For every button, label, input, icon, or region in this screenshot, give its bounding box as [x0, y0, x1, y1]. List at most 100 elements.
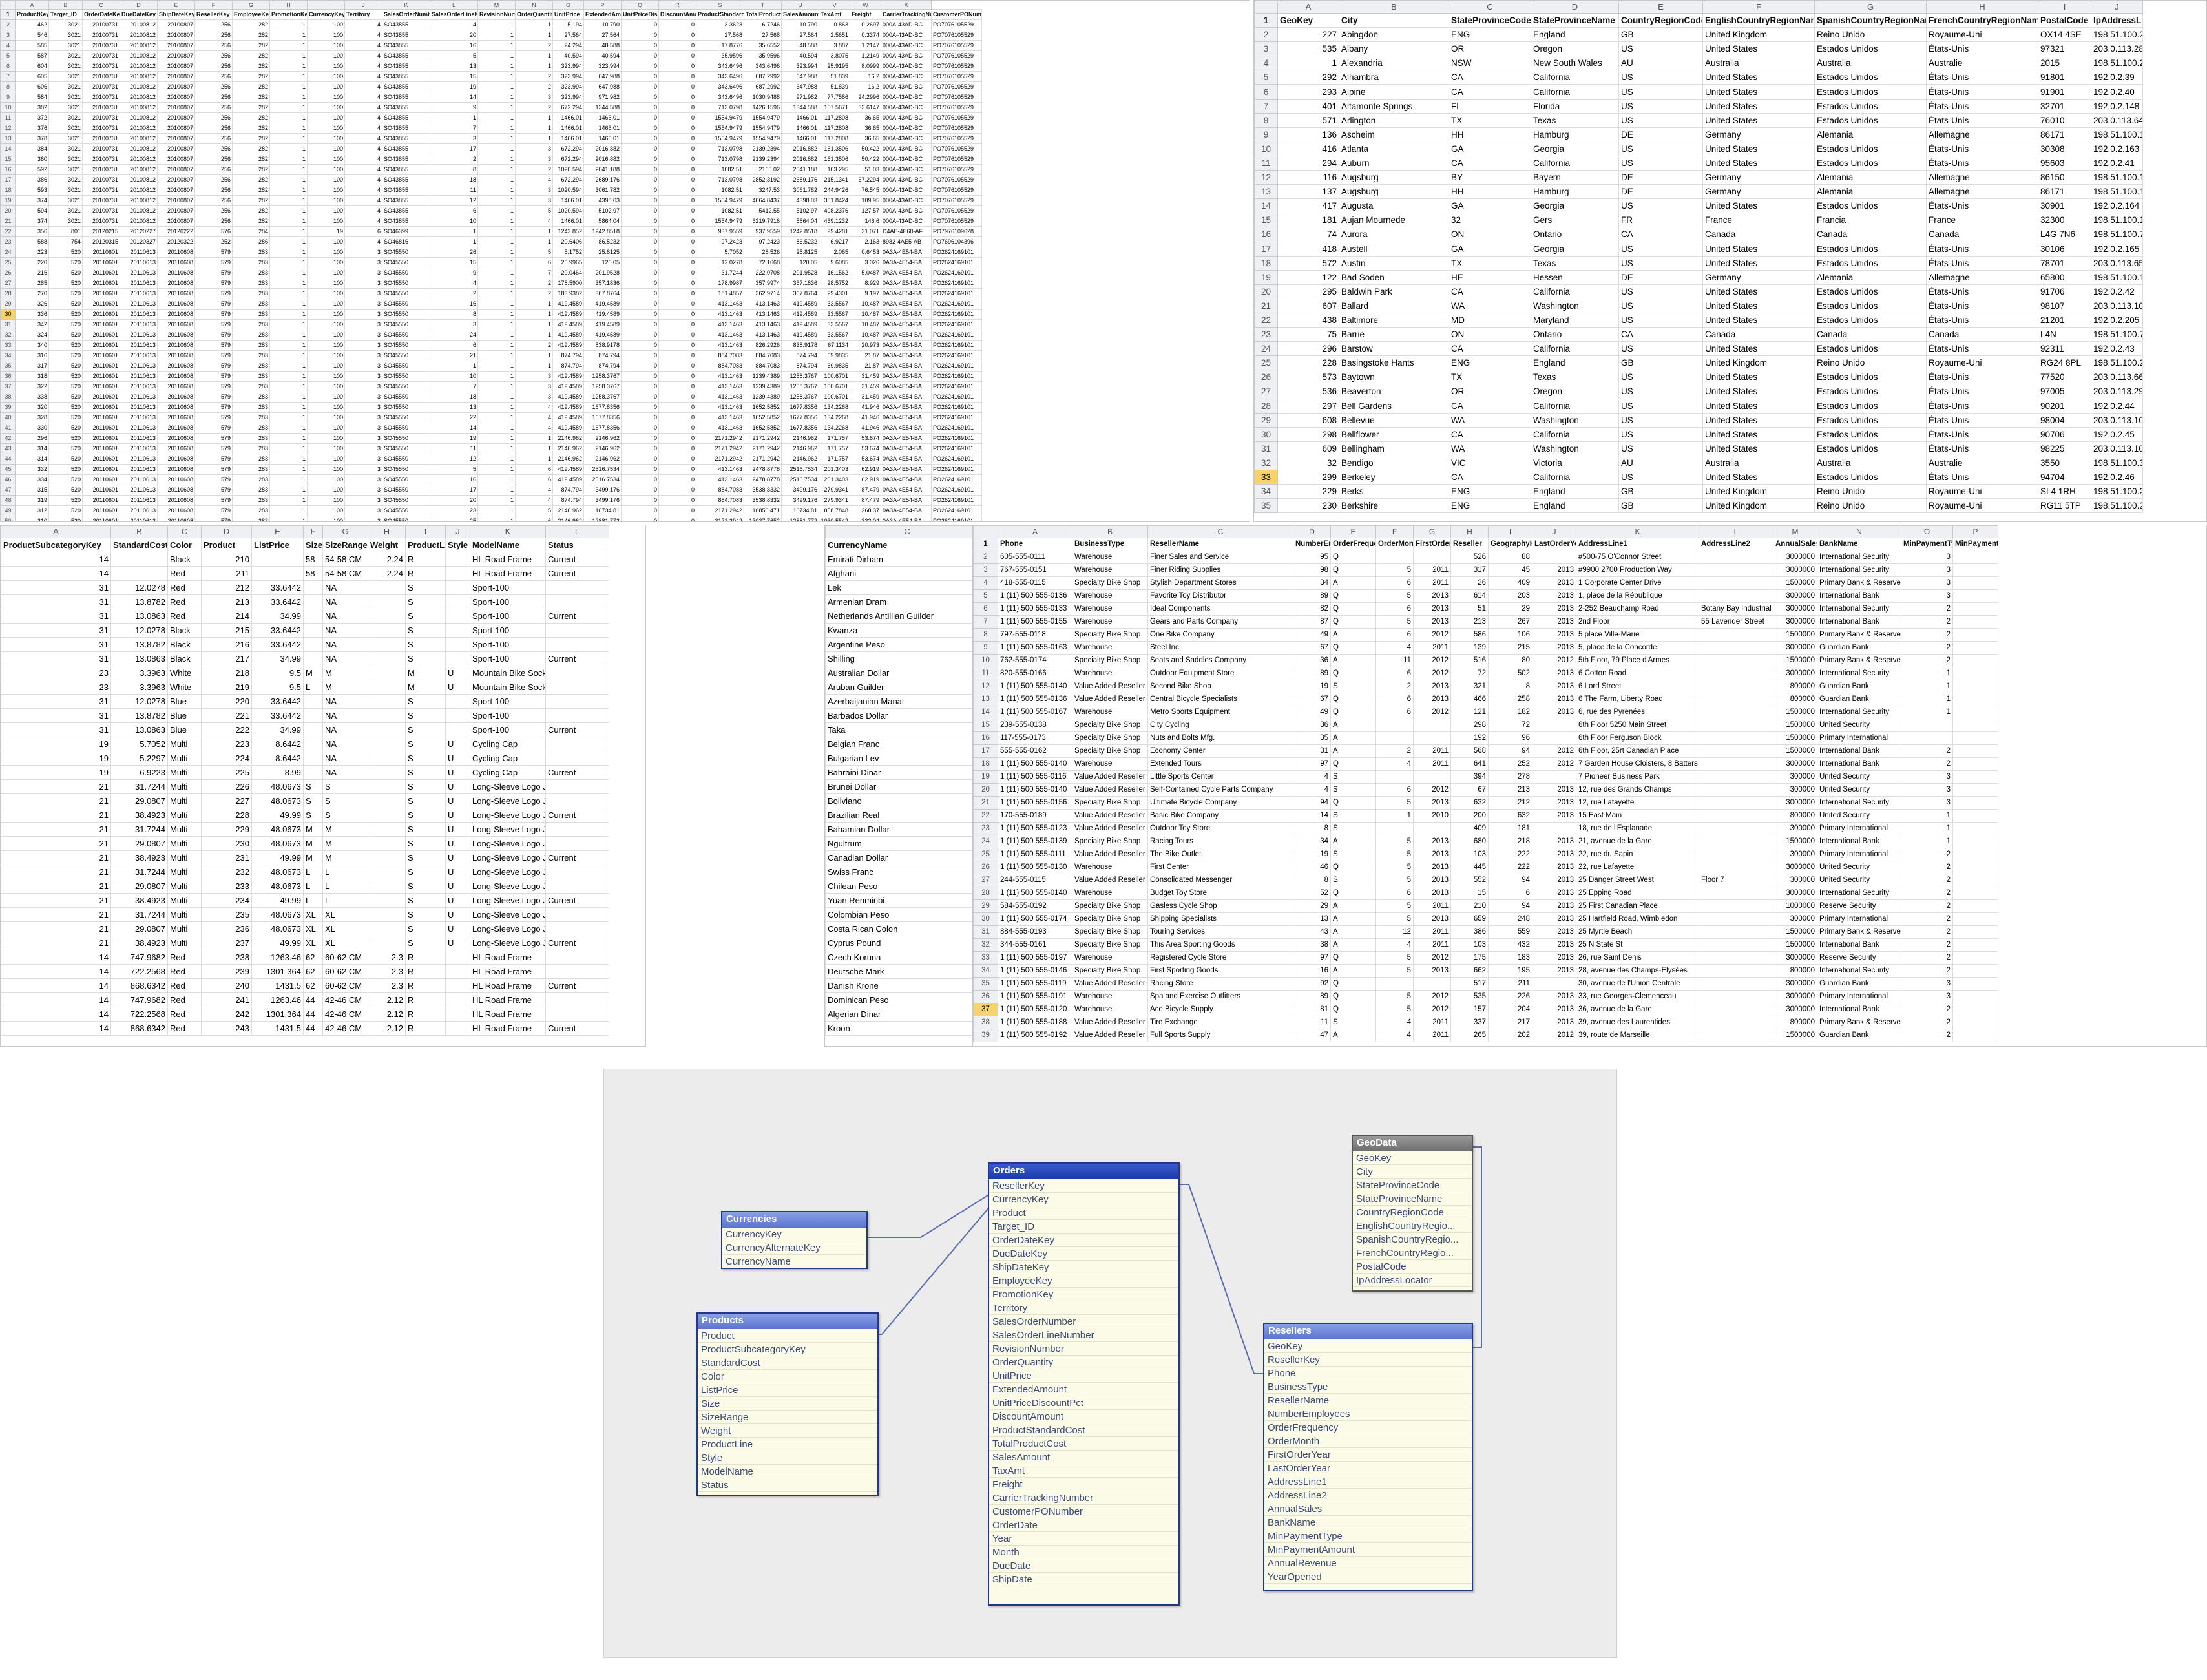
- cell[interactable]: 820-555-0166: [998, 667, 1072, 680]
- entity-field[interactable]: ProductLine: [698, 1438, 877, 1451]
- cell[interactable]: 98: [1293, 563, 1331, 577]
- cell[interactable]: XL: [303, 921, 323, 936]
- cell[interactable]: [1413, 977, 1451, 991]
- cell[interactable]: [1699, 576, 1773, 590]
- entity-field[interactable]: ShipDateKey: [989, 1261, 1178, 1274]
- cell[interactable]: 217: [201, 651, 252, 666]
- cell[interactable]: 559: [1488, 925, 1532, 939]
- cell[interactable]: 0A3A-4E54-BA: [881, 330, 932, 341]
- cell[interactable]: 5: [430, 464, 478, 475]
- cell[interactable]: 20110601: [82, 423, 120, 434]
- cell[interactable]: 20110613: [120, 299, 158, 310]
- cell[interactable]: [368, 836, 406, 851]
- cell[interactable]: [545, 779, 609, 794]
- cell[interactable]: [303, 751, 323, 766]
- cell[interactable]: 0: [658, 164, 696, 175]
- cell[interactable]: 5.7052: [696, 247, 744, 258]
- cell[interactable]: 754: [48, 236, 83, 247]
- cell[interactable]: SO45550: [382, 361, 430, 372]
- cell[interactable]: 2: [430, 288, 478, 299]
- cell[interactable]: 1: [269, 433, 308, 444]
- cell[interactable]: 12: [1375, 925, 1414, 939]
- cell[interactable]: 20100731: [82, 19, 120, 30]
- cell[interactable]: 67: [1450, 783, 1489, 797]
- cell[interactable]: 283: [232, 505, 270, 516]
- cell[interactable]: 419.4589: [552, 309, 584, 320]
- cell[interactable]: 122: [1277, 269, 1339, 285]
- cell[interactable]: 579: [194, 423, 233, 434]
- cell[interactable]: Specialty Bike Shop: [1072, 938, 1148, 952]
- cell[interactable]: TX: [1449, 255, 1531, 271]
- cell[interactable]: Ontario: [1531, 227, 1619, 242]
- cell[interactable]: Washington: [1531, 412, 1619, 428]
- cell[interactable]: 20110613: [120, 371, 158, 382]
- cell[interactable]: 3021: [48, 92, 83, 103]
- cell[interactable]: 357.9974: [744, 278, 782, 289]
- cell[interactable]: Multi: [167, 850, 202, 865]
- cell[interactable]: 256: [194, 102, 233, 113]
- cell[interactable]: 394: [1450, 770, 1489, 784]
- cell[interactable]: 1: [269, 174, 308, 185]
- cell[interactable]: SO45550: [382, 485, 430, 496]
- header-cell[interactable]: BusinessType: [1072, 538, 1148, 551]
- cell[interactable]: 52: [1293, 887, 1331, 900]
- cell[interactable]: 2: [1901, 615, 1953, 629]
- cell[interactable]: Outdoor Toy Store: [1147, 822, 1293, 835]
- cell[interactable]: 40.594: [552, 50, 584, 61]
- cell[interactable]: 20110608: [157, 257, 195, 268]
- cell[interactable]: 413.1463: [696, 309, 744, 320]
- cell[interactable]: 1466.01: [583, 112, 622, 123]
- cell[interactable]: 23: [1, 680, 111, 695]
- cell[interactable]: 198.51.100.229: [2091, 355, 2143, 371]
- cell[interactable]: Long-Sleeve Logo Jersey: [470, 822, 546, 837]
- cell[interactable]: Costa Rican Colon: [825, 921, 989, 936]
- cell[interactable]: 4: [430, 19, 478, 30]
- cell[interactable]: 576: [194, 226, 233, 237]
- cell[interactable]: SO43855: [382, 30, 430, 41]
- cell[interactable]: 220: [201, 694, 252, 709]
- cell[interactable]: 328: [15, 412, 49, 423]
- cell[interactable]: 20110608: [157, 319, 195, 330]
- cell[interactable]: M: [322, 680, 368, 695]
- cell[interactable]: 15 East Main: [1576, 809, 1699, 823]
- cell[interactable]: 3538.8332: [744, 485, 782, 496]
- cell[interactable]: 100: [307, 340, 345, 351]
- cell[interactable]: 20100812: [120, 133, 158, 144]
- cell[interactable]: 413.1463: [696, 381, 744, 392]
- cell[interactable]: 6: [344, 226, 382, 237]
- cell[interactable]: NA: [322, 737, 368, 751]
- cell[interactable]: 3000000: [1773, 951, 1817, 965]
- column-letter-header[interactable]: J: [1532, 525, 1576, 538]
- cell[interactable]: SO45550: [382, 340, 430, 351]
- cell[interactable]: 91801: [2038, 70, 2091, 85]
- cell[interactable]: U: [445, 793, 470, 808]
- cell[interactable]: [1952, 1016, 1998, 1029]
- cell[interactable]: 33.6442: [251, 580, 304, 595]
- cell[interactable]: [1699, 628, 1773, 642]
- cell[interactable]: 229: [201, 822, 252, 837]
- row-number[interactable]: 33: [973, 951, 998, 965]
- cell[interactable]: Gears and Parts Company: [1147, 615, 1293, 629]
- cell[interactable]: Economy Center: [1147, 744, 1293, 758]
- cell[interactable]: 30106: [2038, 241, 2091, 257]
- cell[interactable]: 2478.8778: [744, 464, 782, 475]
- cell[interactable]: 0A3A-4E54-BA: [881, 361, 932, 372]
- cell[interactable]: 20110601: [82, 485, 120, 496]
- cell[interactable]: L: [303, 865, 323, 879]
- cell[interactable]: 1500000: [1773, 706, 1817, 719]
- cell[interactable]: 282: [232, 185, 270, 196]
- cell[interactable]: 4: [344, 216, 382, 227]
- row-number[interactable]: 16: [1254, 227, 1278, 242]
- cell[interactable]: 192.0.2.165: [2091, 241, 2143, 257]
- cell[interactable]: [303, 694, 323, 709]
- cell[interactable]: [1901, 719, 1953, 732]
- cell[interactable]: 386: [1450, 925, 1489, 939]
- cell[interactable]: 2013: [1532, 796, 1576, 810]
- cell[interactable]: 579: [194, 402, 233, 413]
- cell[interactable]: 13027.7652: [744, 516, 782, 521]
- cell[interactable]: 1 (11) 500 555-0140: [998, 757, 1072, 771]
- cell[interactable]: PO2624169101: [931, 247, 982, 258]
- cell[interactable]: Current: [545, 1021, 609, 1036]
- cell[interactable]: PO2624169101: [931, 392, 982, 403]
- cell[interactable]: 1 (11) 500 555-0167: [998, 706, 1072, 719]
